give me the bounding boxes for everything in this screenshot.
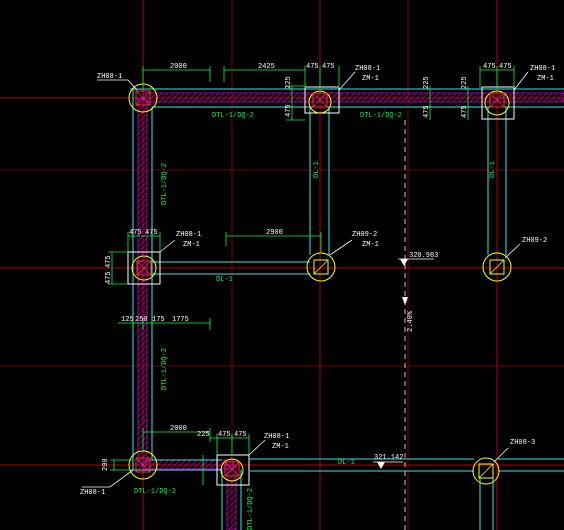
label-slope: 2.40%	[407, 310, 415, 332]
wall-top[interactable]	[142, 92, 564, 103]
label-dtl-bottom: DTL-1/DQ-2	[134, 488, 176, 496]
dim-475-left-b: 475	[145, 229, 158, 237]
dim-125: 125	[121, 316, 134, 324]
dim-1775: 1775	[172, 316, 189, 324]
label-zm1-bottom-mid: ZM-1	[272, 443, 289, 451]
dim-475-top-mid-a: 475	[306, 63, 319, 71]
dim-475-vert-tm-b: 475	[423, 105, 431, 118]
label-dl1-v-b: DL-1	[489, 161, 497, 178]
label-zm1-top-mid: ZM-1	[362, 75, 379, 83]
label-zh08-1-bottom-left: ZH08-1	[80, 489, 105, 497]
dim-475-vert-tr: 475	[461, 105, 469, 118]
dim-2425: 2425	[258, 63, 275, 71]
dim-475-vert-tm: 475	[285, 104, 293, 117]
label-zm1-left-mid: ZM-1	[183, 241, 200, 249]
dim-225-vert-tr: 225	[461, 76, 469, 89]
label-dtl-bottom-vertical: DTL-1/DQ-2	[247, 488, 255, 530]
dim-225-vert-tm-b: 225	[423, 76, 431, 89]
label-zh08-1-bottom-mid: ZH08-1	[264, 433, 289, 441]
cad-drawing-canvas[interactable]: ZH08-1 ZH08-1 ZM-1 ZH08-1 ZM-1 ZH08-1 ZM…	[0, 0, 564, 530]
dim-2000-top: 2000	[170, 63, 187, 71]
dim-2000-bottom: 2000	[170, 425, 187, 433]
label-dl1-v-a: DL-1	[313, 161, 321, 178]
label-zh08-1-top-right: ZH08-1	[530, 65, 555, 73]
label-dl1-h-a: DL-1	[216, 276, 233, 284]
dim-475-bottom-a: 475	[218, 431, 231, 439]
label-dtl-top-1: DTL-1/DQ-2	[212, 112, 254, 120]
dim-200: 200	[102, 458, 110, 471]
dim-475-left-a: 475	[129, 229, 142, 237]
label-dtl-left-1: DTL-1/DQ-2	[161, 163, 169, 205]
wall-bottom-vertical[interactable]	[226, 464, 237, 530]
label-zh08-3: ZH08-3	[510, 439, 535, 447]
label-zm1-center: ZM-1	[362, 241, 379, 249]
wall-left[interactable]	[137, 97, 148, 466]
dim-475-top-right-b: 475	[499, 63, 512, 71]
dim-475-bottom-b: 475	[234, 431, 247, 439]
dim-475-vert-left-a: 475	[105, 255, 113, 268]
label-dl1-h-b: DL-1	[338, 459, 355, 467]
dim-2900: 2900	[266, 229, 283, 237]
dim-475-top-right-a: 475	[483, 63, 496, 71]
dim-475-vert-left-b: 475	[105, 271, 113, 284]
label-zh09-2-right: ZH09-2	[522, 237, 547, 245]
dim-475-top-mid-b: 475	[322, 63, 335, 71]
label-elevation-1: 320.983	[409, 252, 438, 260]
dim-225-bottom: 225	[197, 431, 210, 439]
dim-175: 175	[152, 316, 165, 324]
dim-250: 250	[135, 316, 148, 324]
label-elevation-2: 321.142	[374, 454, 403, 462]
label-zm1-top-right: ZM-1	[537, 75, 554, 83]
label-dtl-top-2: DTL-1/DQ-2	[360, 112, 402, 120]
label-zh08-1-top-left: ZH08-1	[97, 73, 122, 81]
label-zh08-1-left-mid: ZH08-1	[176, 231, 201, 239]
label-zh08-1-top-mid: ZH08-1	[355, 65, 380, 73]
label-dtl-left-2: DTL-1/DQ-2	[161, 348, 169, 390]
dim-225-vert-tm-a: 225	[285, 76, 293, 89]
label-zh09-2-center: ZH09-2	[352, 231, 377, 239]
